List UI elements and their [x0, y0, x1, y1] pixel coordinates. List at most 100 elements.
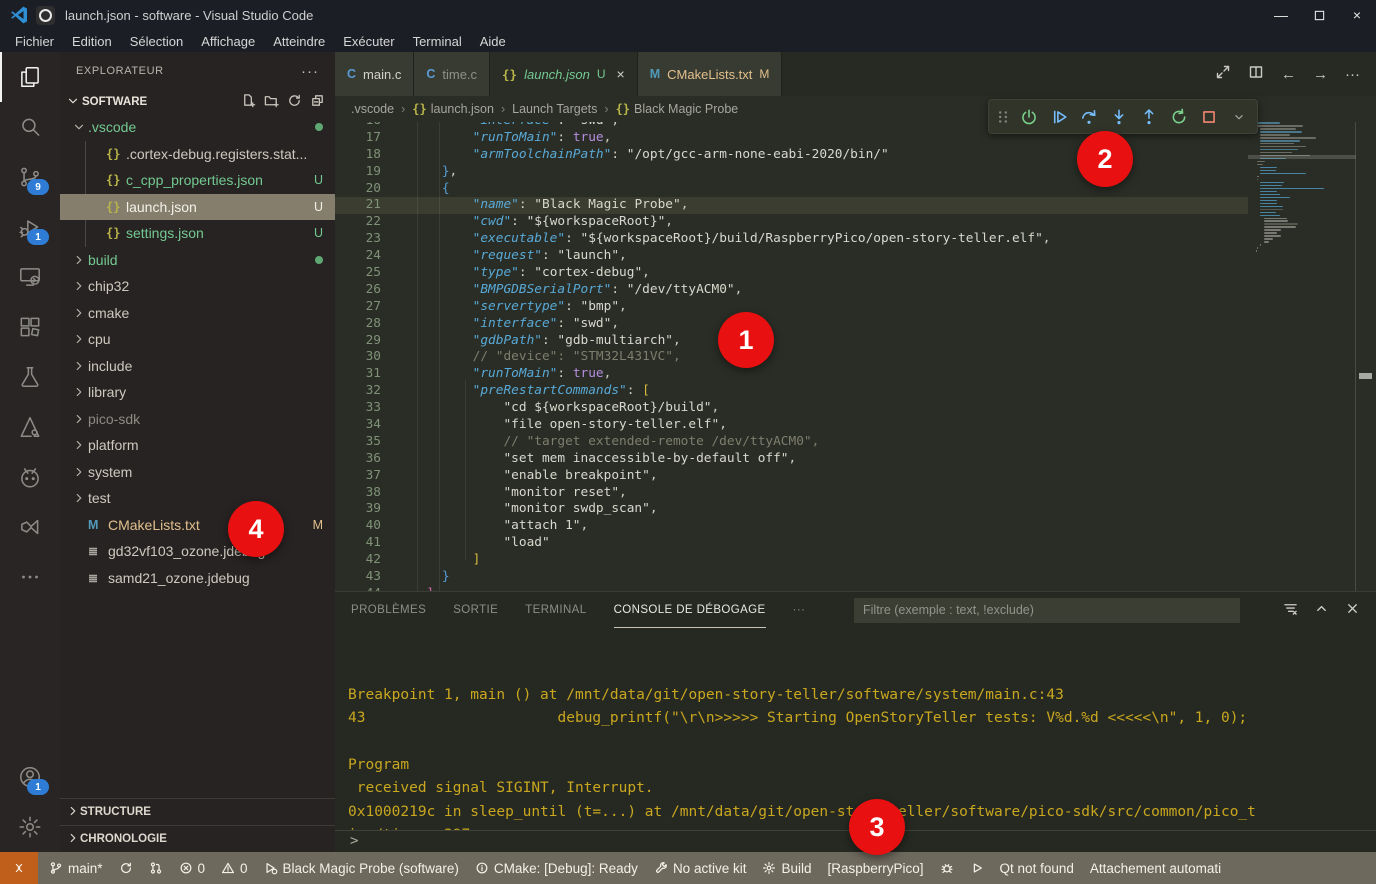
debug-gripper-button[interactable]: [994, 103, 1012, 130]
debug-chevron-down-button[interactable]: [1225, 103, 1252, 130]
tree-item-library[interactable]: library: [60, 379, 335, 406]
tab-cmakelists[interactable]: M CMakeLists.txt M: [638, 52, 783, 96]
menu-sélection[interactable]: Sélection: [121, 33, 192, 50]
collapse-all-button[interactable]: [310, 93, 325, 111]
code-line-40[interactable]: 40 "attach 1",: [335, 518, 1248, 535]
code-line-44[interactable]: 44 ]: [335, 586, 1248, 591]
panel-tab-console-de-d-bogage[interactable]: CONSOLE DE DÉBOGAGE: [614, 592, 766, 628]
tree-item--vscode[interactable]: .vscode: [60, 114, 335, 141]
activity-extensions[interactable]: [0, 302, 60, 352]
status-raspberrypico[interactable]: [RaspberryPico]: [820, 852, 932, 884]
code-line-34[interactable]: 34 "file open-story-teller.elf",: [335, 417, 1248, 434]
code-line-28[interactable]: 28 "interface": "swd",: [335, 316, 1248, 333]
status-attachement-automati[interactable]: Attachement automati: [1082, 852, 1229, 884]
code-line-35[interactable]: 35 // "target extended-remote /dev/ttyAC…: [335, 434, 1248, 451]
tree-item-system[interactable]: system: [60, 459, 335, 486]
status-build[interactable]: Build: [754, 852, 819, 884]
status-main[interactable]: main*: [41, 852, 111, 884]
status-0[interactable]: 0: [171, 852, 214, 884]
code-line-41[interactable]: 41 "load": [335, 535, 1248, 552]
status-git2[interactable]: [141, 852, 171, 884]
tree-item-include[interactable]: include: [60, 353, 335, 380]
code-line-38[interactable]: 38 "monitor reset",: [335, 485, 1248, 502]
debug-power-button[interactable]: [1015, 103, 1042, 130]
arrow-left-button[interactable]: ←: [1281, 66, 1296, 83]
close-button[interactable]: [1345, 601, 1360, 619]
debug-stop-button[interactable]: [1195, 103, 1222, 130]
debug-console-filter-input[interactable]: [854, 598, 1240, 623]
status-bug[interactable]: [932, 852, 962, 884]
breadcrumb-item[interactable]: Launch Targets: [512, 102, 597, 116]
activity-platformio[interactable]: [0, 452, 60, 502]
panel-tab-terminal[interactable]: TERMINAL: [525, 592, 586, 628]
close-button[interactable]: ×: [1338, 0, 1376, 30]
status-qt-not-found[interactable]: Qt not found: [992, 852, 1082, 884]
code-line-26[interactable]: 26 "BMPGDBSerialPort": "/dev/ttyACM0",: [335, 282, 1248, 299]
code-line-30[interactable]: 30 // "device": "STM32L431VC",: [335, 349, 1248, 366]
code-line-31[interactable]: 31 "runToMain": true,: [335, 366, 1248, 383]
menu-terminal[interactable]: Terminal: [404, 33, 471, 50]
new-file-button[interactable]: [241, 93, 256, 111]
breadcrumb-item[interactable]: {}Black Magic Probe: [616, 102, 739, 116]
split-button[interactable]: [1248, 64, 1264, 84]
activity-settings-gear[interactable]: [0, 802, 60, 852]
new-folder-button[interactable]: [264, 93, 279, 111]
tree-item-launch-json[interactable]: {}launch.jsonU: [60, 194, 335, 221]
status-no-active-kit[interactable]: No active kit: [646, 852, 755, 884]
code-line-32[interactable]: 32 "preRestartCommands": [: [335, 383, 1248, 400]
tree-item-samd21-ozone-jdebug[interactable]: ≣samd21_ozone.jdebug: [60, 565, 335, 592]
menu-fichier[interactable]: Fichier: [6, 33, 63, 50]
close-tab-icon[interactable]: ×: [617, 66, 625, 82]
tree-item-pico-sdk[interactable]: pico-sdk: [60, 406, 335, 433]
status-play[interactable]: [962, 852, 992, 884]
breadcrumb-item[interactable]: {}launch.json: [412, 102, 494, 116]
tree-item-test[interactable]: test: [60, 485, 335, 512]
tree-item-c-cpp-properties-json[interactable]: {}c_cpp_properties.jsonU: [60, 167, 335, 194]
tree-item-platform[interactable]: platform: [60, 432, 335, 459]
code-line-27[interactable]: 27 "servertype": "bmp",: [335, 299, 1248, 316]
status-cmake-debug-ready[interactable]: CMake: [Debug]: Ready: [467, 852, 646, 884]
code-line-29[interactable]: 29 "gdbPath": "gdb-multiarch",: [335, 333, 1248, 350]
activity-cmake[interactable]: [0, 402, 60, 452]
status-black-magic-probe-software[interactable]: Black Magic Probe (software): [256, 852, 467, 884]
refresh-button[interactable]: [287, 93, 302, 111]
code-line-21[interactable]: 21 "name": "Black Magic Probe",: [335, 197, 1248, 214]
tree-item-cpu[interactable]: cpu: [60, 326, 335, 353]
code-line-36[interactable]: 36 "set mem inaccessible-by-default off"…: [335, 451, 1248, 468]
minimap[interactable]: [1248, 122, 1356, 591]
code-line-23[interactable]: 23 "executable": "${workspaceRoot}/build…: [335, 231, 1248, 248]
code-line-39[interactable]: 39 "monitor swdp_scan",: [335, 501, 1248, 518]
debug-step-out-button[interactable]: [1135, 103, 1162, 130]
menu-exécuter[interactable]: Exécuter: [334, 33, 403, 50]
activity-source-control[interactable]: 9: [0, 152, 60, 202]
panel-tab--[interactable]: ···: [793, 592, 806, 628]
debug-step-over-button[interactable]: [1075, 103, 1102, 130]
sidebar-more-icon[interactable]: ···: [301, 63, 319, 80]
filter-clear-button[interactable]: [1283, 601, 1298, 619]
code-editor[interactable]: 16 "interface": "swd",17 "runToMain": tr…: [335, 122, 1376, 591]
status-0[interactable]: 0: [213, 852, 256, 884]
panel-tab-probl-mes[interactable]: PROBLÈMES: [351, 592, 426, 628]
code-line-43[interactable]: 43 }: [335, 569, 1248, 586]
activity-more[interactable]: [0, 552, 60, 602]
breadcrumb-item[interactable]: .vscode: [351, 102, 394, 116]
tree-item-gd32vf103-ozone-jdebug[interactable]: ≣gd32vf103_ozone.jdebug: [60, 538, 335, 565]
code-line-25[interactable]: 25 "type": "cortex-debug",: [335, 265, 1248, 282]
maximize-button[interactable]: [1300, 0, 1338, 30]
status-remote[interactable]: [0, 852, 38, 884]
activity-vs-project[interactable]: [0, 502, 60, 552]
menu-atteindre[interactable]: Atteindre: [264, 33, 334, 50]
debug-step-into-button[interactable]: [1105, 103, 1132, 130]
tree-item-cmake[interactable]: cmake: [60, 300, 335, 327]
arrow-right-button[interactable]: →: [1313, 66, 1328, 83]
sidebar-section-chronologie[interactable]: CHRONOLOGIE: [60, 825, 335, 852]
menu-aide[interactable]: Aide: [471, 33, 515, 50]
tree-item-build[interactable]: build: [60, 247, 335, 274]
activity-test-beaker[interactable]: [0, 352, 60, 402]
tree-item-settings-json[interactable]: {}settings.jsonU: [60, 220, 335, 247]
activity-explorer[interactable]: [0, 52, 60, 102]
tree-item-chip32[interactable]: chip32: [60, 273, 335, 300]
tree-item--cortex-debug-registers-stat-[interactable]: {}.cortex-debug.registers.stat...: [60, 141, 335, 168]
menu-affichage[interactable]: Affichage: [192, 33, 264, 50]
status-sync[interactable]: [111, 852, 141, 884]
